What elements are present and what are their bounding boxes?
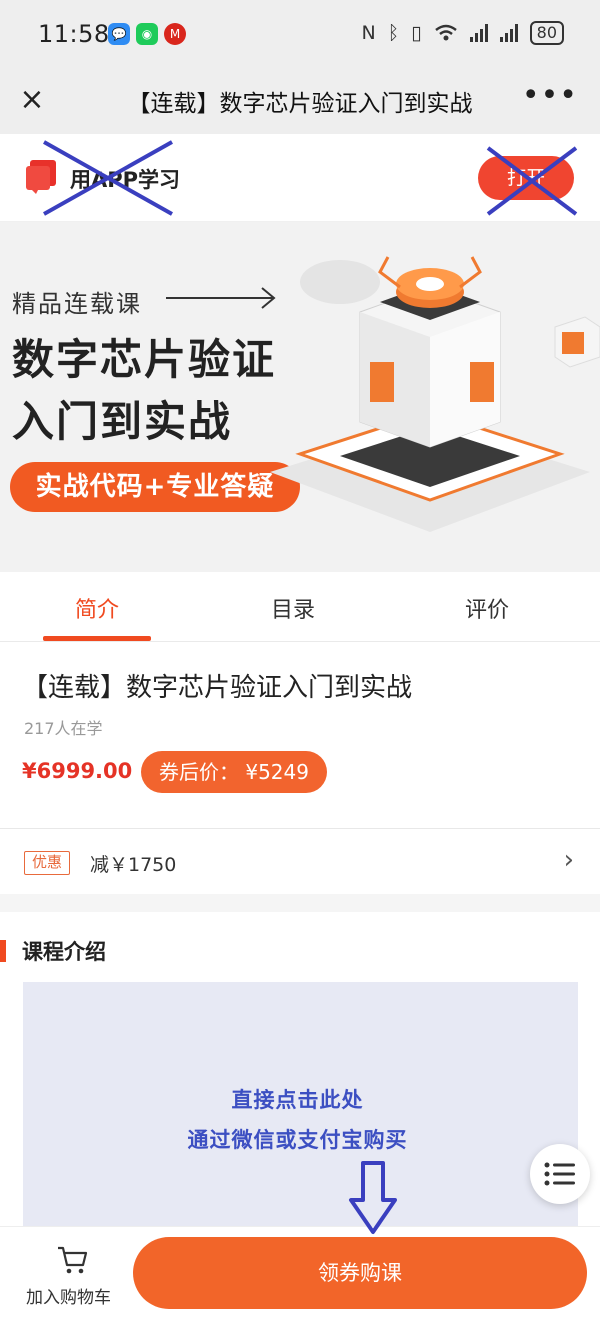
course-banner-image: 精品连载课 数字芯片验证 入门到实战 实战代码+专业答疑 — [0, 222, 600, 572]
status-bar: 11:58 💬 ◉ M N ᛒ ▯ 80 — [0, 0, 600, 68]
wechat-icon: ◉ — [136, 23, 158, 45]
app-banner-text: 用APP学习 — [70, 168, 181, 192]
nav-bar: × 【连载】数字芯片验证入门到实战 ••• — [0, 68, 600, 134]
buy-course-button[interactable]: 领券购课 — [133, 1237, 587, 1309]
bluetooth-icon: ᛒ — [387, 22, 400, 44]
active-tab-indicator — [43, 636, 151, 641]
signal-icon — [499, 24, 518, 42]
bottom-action-bar: 加入购物车 领券购课 — [0, 1226, 600, 1318]
banner-pill: 实战代码+专业答疑 — [10, 462, 300, 512]
list-icon — [544, 1162, 575, 1186]
cart-icon[interactable] — [56, 1245, 88, 1275]
coupon-price-badge[interactable]: 券后价： ¥5249 — [141, 751, 327, 793]
status-app-icons: 💬 ◉ M — [108, 23, 186, 45]
chip-illustration — [270, 256, 600, 532]
more-icon[interactable]: ••• — [522, 78, 578, 113]
discount-text: 减￥1750 — [90, 854, 177, 876]
learner-count: 217人在学 — [24, 719, 103, 738]
chevron-right-icon: › — [563, 845, 574, 875]
close-icon[interactable]: × — [14, 82, 50, 118]
section-heading: 课程介绍 — [22, 940, 106, 964]
vibrate-icon: ▯ — [411, 22, 422, 44]
course-title: 【连载】数字芯片验证入门到实战 — [22, 673, 413, 703]
banner-title-line2: 入门到实战 — [12, 397, 233, 446]
message-app-icon: 💬 — [108, 23, 130, 45]
original-price: ¥6999.00 — [22, 759, 133, 783]
page-title: 【连载】数字芯片验证入门到实战 — [127, 91, 473, 117]
open-app-banner: 用APP学习 打开 — [0, 134, 600, 222]
battery-icon: 80 — [529, 21, 564, 45]
banner-tag: 精品连载课 — [12, 290, 142, 318]
section-marker — [0, 940, 6, 962]
banner-title-line1: 数字芯片验证 — [12, 335, 277, 384]
arrow-right-icon — [166, 287, 276, 309]
floating-menu-button[interactable] — [530, 1144, 590, 1204]
app-logo-icon — [26, 160, 56, 194]
tab-intro[interactable]: 简介 — [37, 592, 157, 624]
bank-app-icon: M — [164, 23, 186, 45]
tab-reviews[interactable]: 评价 — [427, 592, 547, 624]
wifi-icon — [434, 24, 457, 41]
open-app-button[interactable]: 打开 — [478, 156, 574, 200]
annotation-line-2: 通过微信或支付宝购买 — [187, 1128, 408, 1152]
add-to-cart-label[interactable]: 加入购物车 — [26, 1283, 111, 1308]
status-time: 11:58 — [38, 20, 110, 48]
section-divider — [0, 894, 600, 912]
signal-icon — [469, 24, 488, 42]
annotation-line-1: 直接点击此处 — [231, 1088, 364, 1112]
intro-image: 直接点击此处 通过微信或支付宝购买 — [23, 982, 578, 1226]
discount-tag: 优惠 — [24, 851, 70, 875]
status-indicators: N ᛒ ▯ 80 — [362, 21, 564, 45]
discount-row[interactable]: 优惠 减￥1750 › — [0, 828, 600, 894]
course-intro-section: 课程介绍 直接点击此处 通过微信或支付宝购买 — [0, 912, 600, 1226]
course-info: 【连载】数字芯片验证入门到实战 217人在学 ¥6999.00 券后价： ¥52… — [0, 643, 600, 828]
tab-bar: 简介 目录 评价 — [0, 572, 600, 642]
tab-catalog[interactable]: 目录 — [233, 592, 353, 624]
nfc-icon: N — [361, 22, 376, 44]
